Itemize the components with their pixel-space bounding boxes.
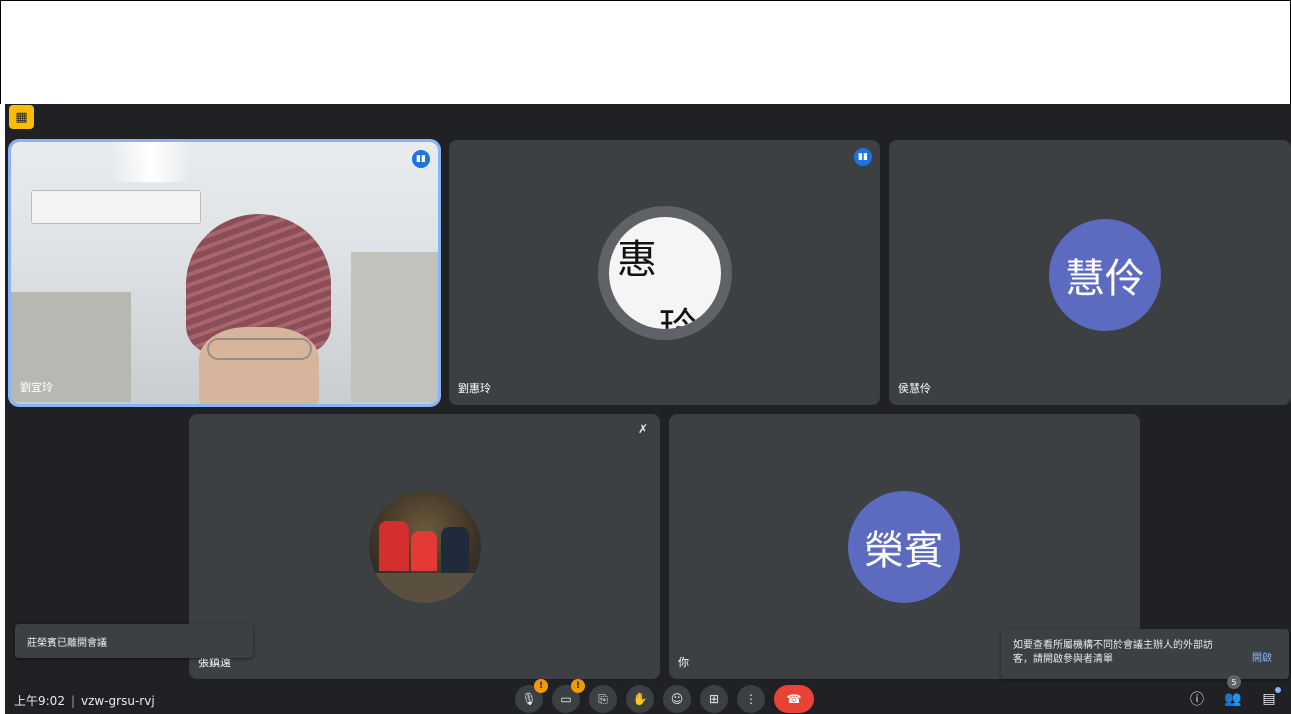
avatar: 惠 玲 <box>609 217 721 329</box>
speaking-indicator-icon: ▮▮ <box>854 148 872 166</box>
notification-text: 如要查看所屬機構不同於會議主辦人的外部訪客，請開啟參與者清單 <box>1013 640 1213 665</box>
avatar: 慧伶 <box>1049 219 1161 331</box>
participant-name: 劉宜玲 <box>20 381 53 394</box>
avatar-char-2: 玲 <box>659 305 699 329</box>
camera-icon[interactable]: ▭! <box>552 679 585 713</box>
table <box>369 573 481 603</box>
raise-hand-icon[interactable]: ✋ <box>626 685 654 713</box>
participant-tile-2[interactable]: ▮▮ 惠 玲 劉惠玲 <box>449 140 880 405</box>
present-icon[interactable]: ⊞ <box>700 685 728 713</box>
camera-off-icon[interactable]: ▦ <box>9 105 34 129</box>
captions-icon[interactable]: ⎘ <box>589 685 617 713</box>
participant-name: 侯慧伶 <box>898 382 931 395</box>
people-icon[interactable]: 5 👥 <box>1223 675 1243 707</box>
participant-tile-1[interactable]: ▮▮ 劉宜玲 <box>8 139 441 407</box>
air-conditioner <box>31 190 201 224</box>
glasses <box>207 338 312 360</box>
participant-name: 你 <box>678 656 689 669</box>
participant-tile-4[interactable]: ✗ 張鎮遠 <box>189 414 660 679</box>
notification-dot <box>1275 687 1281 693</box>
ceiling-light <box>111 142 191 182</box>
meeting-code: vzw-grsu-rvj <box>81 693 155 708</box>
meeting-time: 上午9:02 <box>14 694 65 708</box>
participant-name: 劉惠玲 <box>458 382 491 395</box>
top-blank-area <box>0 0 1291 104</box>
person <box>411 531 437 571</box>
participant-count-badge: 5 <box>1227 675 1241 689</box>
meeting-area: ▦ ▮▮ 劉宜玲 ▮▮ 惠 玲 劉惠玲 慧伶 侯慧伶 ✗ 張鎮遠 榮賓 你 莊榮… <box>5 104 1291 714</box>
shelf <box>351 252 438 402</box>
avatar: 榮賓 <box>848 491 960 603</box>
warning-badge: ! <box>571 679 585 693</box>
separator: | <box>70 693 75 708</box>
right-controls: ⓘ 5 👥 ▤ <box>1187 675 1281 709</box>
page: ▦ ▮▮ 劉宜玲 ▮▮ 惠 玲 劉惠玲 慧伶 侯慧伶 ✗ 張鎮遠 榮賓 你 莊榮… <box>0 0 1291 714</box>
warning-badge: ! <box>534 679 548 693</box>
participant-video <box>11 142 438 404</box>
call-controls: 🎙! ▭! ⎘ ✋ ☺ ⊞ ⋮ ☎ <box>515 679 814 713</box>
notification-text: 莊榮賓已離開會議 <box>27 638 107 649</box>
participant-tile-3[interactable]: 慧伶 侯慧伶 <box>889 140 1291 405</box>
avatar-initials: 慧伶 <box>1065 256 1145 302</box>
person <box>379 521 409 571</box>
emoji-icon[interactable]: ☺ <box>663 685 691 713</box>
info-icon[interactable]: ⓘ <box>1187 689 1207 709</box>
person <box>441 527 469 573</box>
bottom-toolbar: 上午9:02 | vzw-grsu-rvj 🎙! ▭! ⎘ ✋ ☺ ⊞ ⋮ ☎ … <box>5 670 1291 714</box>
meeting-info: 上午9:02 | vzw-grsu-rvj <box>14 692 155 709</box>
mic-off-icon: ✗ <box>637 422 648 436</box>
left-notification: 莊榮賓已離開會議 <box>15 624 253 658</box>
chat-icon[interactable]: ▤ <box>1259 687 1281 707</box>
avatar-photo <box>369 491 481 603</box>
avatar-char-1: 惠 <box>617 237 657 283</box>
end-call-icon[interactable]: ☎ <box>774 685 814 713</box>
avatar-initials: 榮賓 <box>864 528 944 574</box>
open-participants-button[interactable]: 開啟 <box>1252 649 1272 664</box>
speaking-indicator-icon: ▮▮ <box>412 150 430 168</box>
more-vert-icon[interactable]: ⋮ <box>737 685 765 713</box>
mic-icon[interactable]: 🎙! <box>515 679 548 713</box>
